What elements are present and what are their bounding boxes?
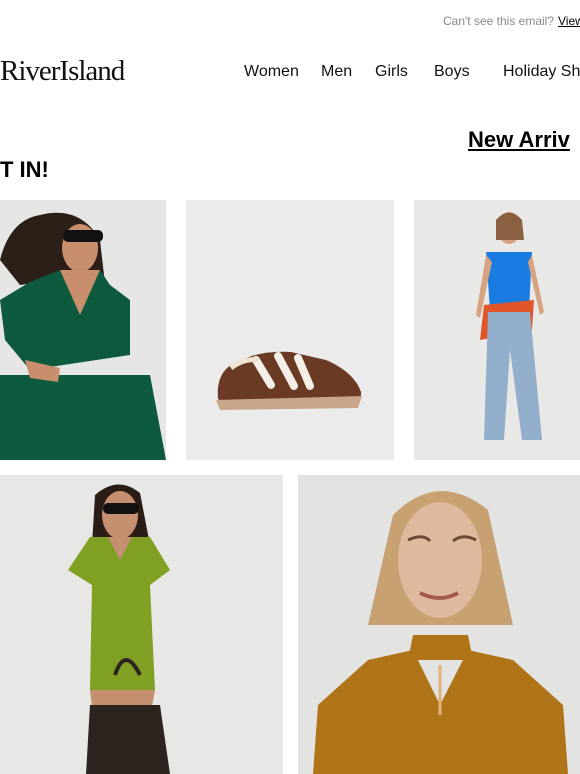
new-arrivals-link[interactable]: New Arriv (468, 127, 570, 153)
product-tile-mustard-blouse[interactable] (298, 475, 580, 774)
nav-item-women[interactable]: Women (244, 63, 299, 81)
section-heading: T IN! (0, 157, 49, 182)
model-green-wrap-top-image (0, 200, 166, 460)
nav-item-boys[interactable]: Boys (434, 63, 470, 81)
product-tile-sneaker[interactable] (186, 200, 394, 460)
main-nav: Women Men Girls Boys Holiday Sh (0, 63, 580, 83)
nav-item-girls[interactable]: Girls (375, 63, 408, 81)
model-olive-dress-image (0, 475, 283, 774)
preheader-text: Can't see this email? (443, 14, 555, 28)
brown-suede-sneaker-image (186, 200, 394, 460)
preheader: Can't see this email? View (0, 14, 580, 30)
product-tile-green-top[interactable] (0, 200, 166, 460)
product-tile-olive-dress[interactable] (0, 475, 283, 774)
model-mustard-satin-blouse-image (298, 475, 580, 774)
view-in-browser-link[interactable]: View (558, 14, 580, 28)
model-blue-top-jeans-image (414, 200, 580, 460)
nav-item-holiday-shop[interactable]: Holiday Sh (503, 63, 580, 81)
product-tile-blue-top[interactable] (414, 200, 580, 460)
email-page: Can't see this email? View RiverIsland W… (0, 0, 580, 774)
nav-item-men[interactable]: Men (321, 63, 352, 81)
